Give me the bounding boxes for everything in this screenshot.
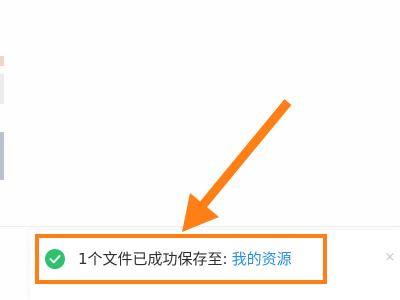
close-icon[interactable]: ×: [382, 250, 398, 266]
background-edge-strip: [0, 74, 4, 104]
background-edge-strip: [0, 56, 4, 66]
background-edge-strip: [0, 132, 4, 180]
annotation-highlight-box: [35, 234, 327, 284]
section-divider: [0, 226, 400, 227]
